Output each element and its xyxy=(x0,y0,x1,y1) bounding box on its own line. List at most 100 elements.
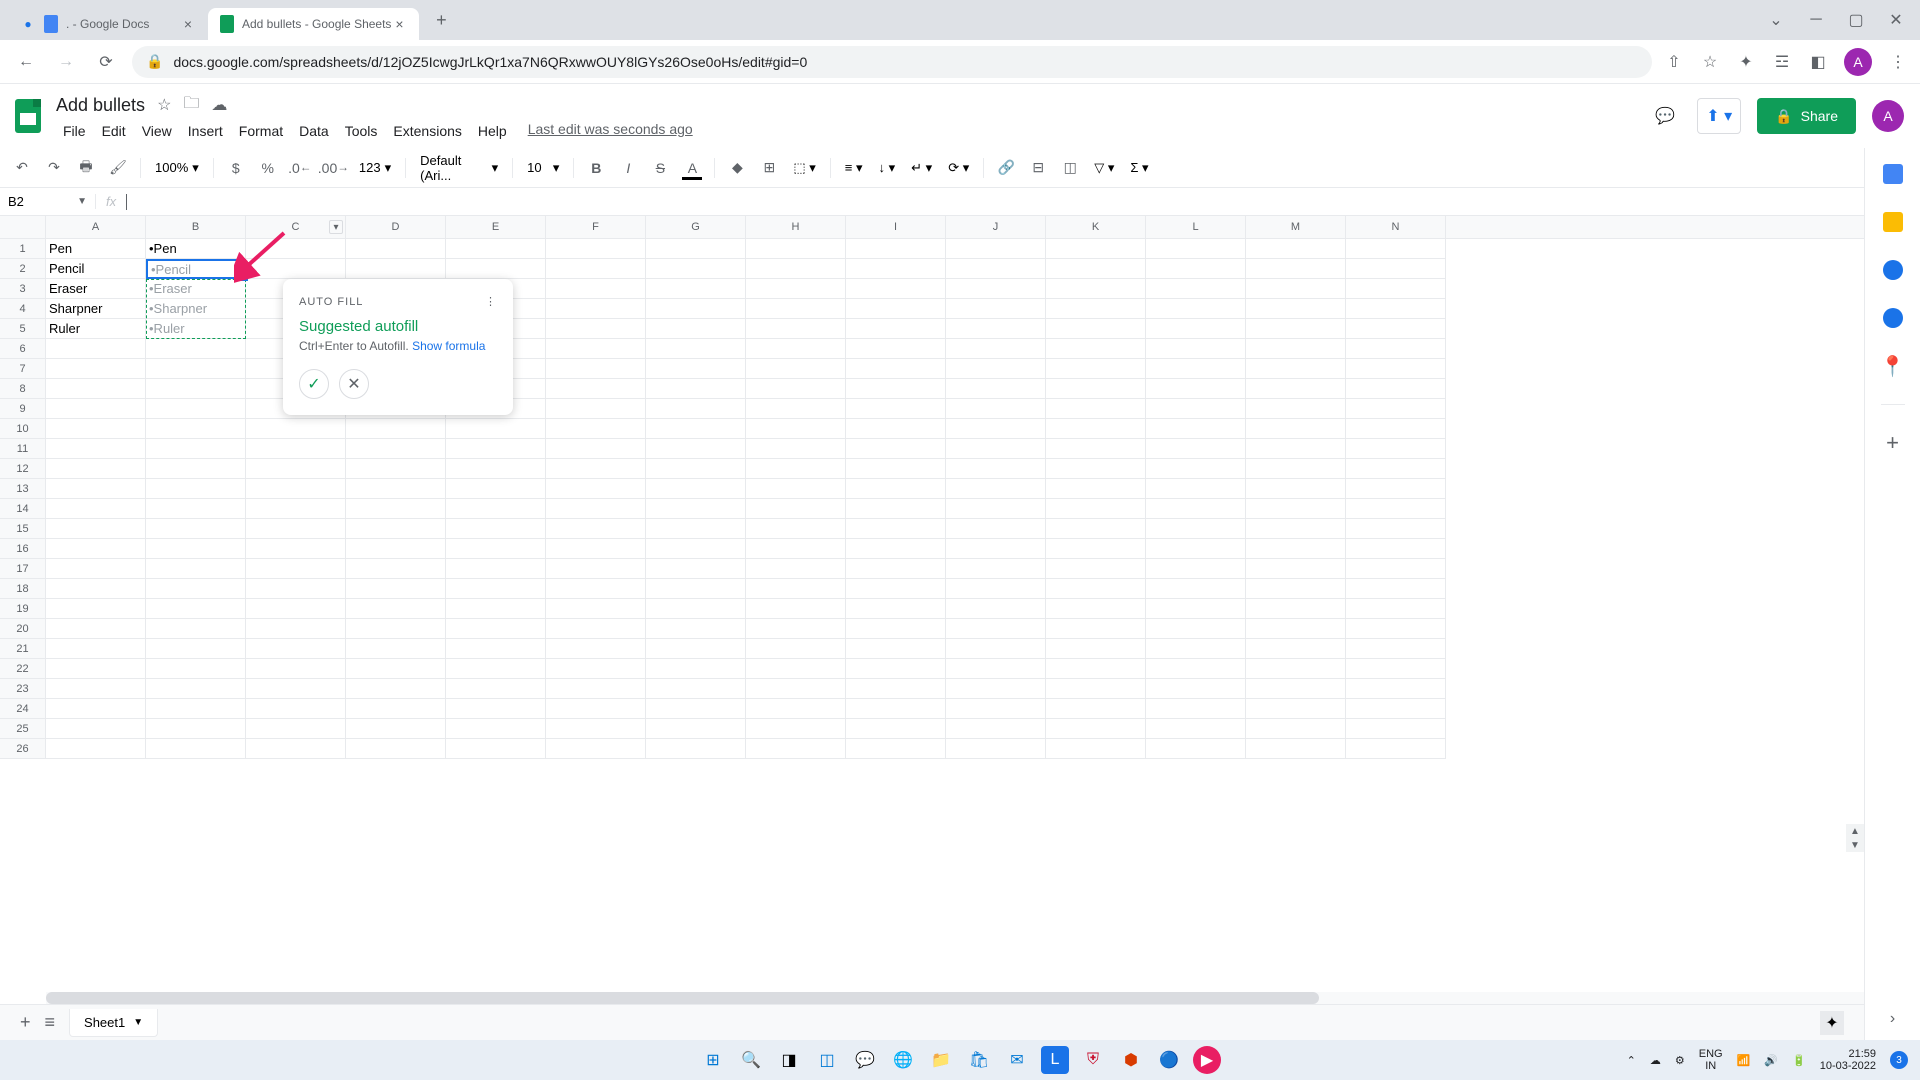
cell[interactable] xyxy=(546,459,646,479)
cell[interactable] xyxy=(146,419,246,439)
cell[interactable] xyxy=(946,439,1046,459)
cells-area[interactable]: •Pencil AUTO FILL ⋮ Suggested autofill C… xyxy=(46,239,1920,759)
cell[interactable] xyxy=(1146,599,1246,619)
cell[interactable] xyxy=(1346,739,1446,759)
cell[interactable] xyxy=(446,659,546,679)
cell[interactable] xyxy=(46,559,146,579)
row-header[interactable]: 26 xyxy=(0,739,46,759)
cell[interactable] xyxy=(1146,539,1246,559)
cell[interactable] xyxy=(446,519,546,539)
cell[interactable] xyxy=(546,399,646,419)
cell[interactable] xyxy=(546,419,646,439)
cell[interactable] xyxy=(846,379,946,399)
cell[interactable] xyxy=(1246,359,1346,379)
font-select[interactable]: Default (Ari... ▾ xyxy=(414,153,504,183)
name-box[interactable]: B2 ▼ xyxy=(0,194,96,209)
cell[interactable] xyxy=(1146,399,1246,419)
cell[interactable] xyxy=(646,359,746,379)
cell[interactable] xyxy=(1046,679,1146,699)
cell[interactable] xyxy=(646,579,746,599)
cell[interactable] xyxy=(746,419,846,439)
tab-docs[interactable]: ● . - Google Docs × xyxy=(8,8,208,40)
cell[interactable] xyxy=(46,539,146,559)
cell[interactable] xyxy=(646,339,746,359)
extensions-icon[interactable]: ✦ xyxy=(1736,52,1756,72)
tray-chevron-icon[interactable]: ⌃ xyxy=(1627,1054,1636,1067)
cell[interactable] xyxy=(1246,319,1346,339)
search-icon[interactable]: 🔍 xyxy=(737,1046,765,1074)
cell[interactable] xyxy=(946,339,1046,359)
cell[interactable] xyxy=(746,699,846,719)
close-icon[interactable]: × xyxy=(180,16,196,32)
share-button[interactable]: 🔒 Share xyxy=(1757,98,1856,134)
app-red-icon[interactable]: ▶ xyxy=(1193,1046,1221,1074)
cell[interactable] xyxy=(646,399,746,419)
cell[interactable] xyxy=(446,459,546,479)
chevron-down-icon[interactable]: ⌄ xyxy=(1768,12,1784,28)
cell[interactable] xyxy=(746,439,846,459)
redo-button[interactable]: ↷ xyxy=(40,154,68,182)
cell[interactable] xyxy=(146,519,246,539)
cell[interactable] xyxy=(1046,599,1146,619)
comment-button[interactable]: ⊟ xyxy=(1024,154,1052,182)
cell[interactable] xyxy=(546,339,646,359)
cell[interactable] xyxy=(1246,539,1346,559)
cell[interactable] xyxy=(46,499,146,519)
cell[interactable] xyxy=(1246,599,1346,619)
comments-icon[interactable]: 💬 xyxy=(1649,100,1681,132)
cell[interactable] xyxy=(1346,519,1446,539)
cell[interactable] xyxy=(1146,559,1246,579)
currency-button[interactable]: $ xyxy=(222,154,250,182)
cell[interactable] xyxy=(846,679,946,699)
cell[interactable] xyxy=(446,559,546,579)
move-icon[interactable]: 🗀 xyxy=(183,92,199,119)
menu-help[interactable]: Help xyxy=(471,121,514,141)
onedrive-icon[interactable]: ☁ xyxy=(1650,1054,1661,1067)
language-indicator[interactable]: ENG xyxy=(1699,1048,1723,1060)
cell[interactable] xyxy=(46,419,146,439)
cell[interactable] xyxy=(1246,419,1346,439)
col-header-M[interactable]: M xyxy=(1246,216,1346,238)
cell[interactable] xyxy=(846,279,946,299)
cell[interactable] xyxy=(1146,619,1246,639)
cell[interactable] xyxy=(946,699,1046,719)
cell[interactable] xyxy=(46,739,146,759)
col-header-F[interactable]: F xyxy=(546,216,646,238)
row-header[interactable]: 1 xyxy=(0,239,46,259)
tab-sheets[interactable]: Add bullets - Google Sheets × xyxy=(208,8,419,40)
clock-time[interactable]: 21:59 xyxy=(1820,1048,1876,1060)
row-header[interactable]: 25 xyxy=(0,719,46,739)
cell[interactable] xyxy=(646,719,746,739)
col-header-I[interactable]: I xyxy=(846,216,946,238)
cell[interactable] xyxy=(1246,339,1346,359)
row-header[interactable]: 23 xyxy=(0,679,46,699)
reading-list-icon[interactable]: ☲ xyxy=(1772,52,1792,72)
chrome-icon[interactable]: 🔵 xyxy=(1155,1046,1183,1074)
cell[interactable] xyxy=(846,319,946,339)
cell[interactable] xyxy=(246,699,346,719)
cell[interactable] xyxy=(1146,479,1246,499)
text-color-button[interactable]: A xyxy=(678,154,706,182)
cell[interactable] xyxy=(1346,539,1446,559)
cell[interactable] xyxy=(946,619,1046,639)
cell[interactable] xyxy=(446,599,546,619)
star-icon[interactable]: ☆ xyxy=(157,95,171,115)
cell[interactable] xyxy=(446,479,546,499)
cell[interactable] xyxy=(546,699,646,719)
paint-format-button[interactable]: 🖌 xyxy=(104,154,132,182)
cell[interactable] xyxy=(646,459,746,479)
cell[interactable] xyxy=(946,719,1046,739)
reject-autofill-button[interactable]: ✕ xyxy=(339,369,369,399)
cell[interactable] xyxy=(546,439,646,459)
wifi-icon[interactable]: 📶 xyxy=(1737,1054,1751,1067)
cell[interactable] xyxy=(1346,439,1446,459)
cell[interactable] xyxy=(1046,239,1146,259)
cell[interactable] xyxy=(546,659,646,679)
cell[interactable] xyxy=(1046,619,1146,639)
cell[interactable] xyxy=(746,519,846,539)
cell[interactable] xyxy=(646,699,746,719)
cell[interactable] xyxy=(446,439,546,459)
cell[interactable] xyxy=(746,599,846,619)
cell[interactable] xyxy=(946,319,1046,339)
cell[interactable]: •Pen xyxy=(146,239,246,259)
